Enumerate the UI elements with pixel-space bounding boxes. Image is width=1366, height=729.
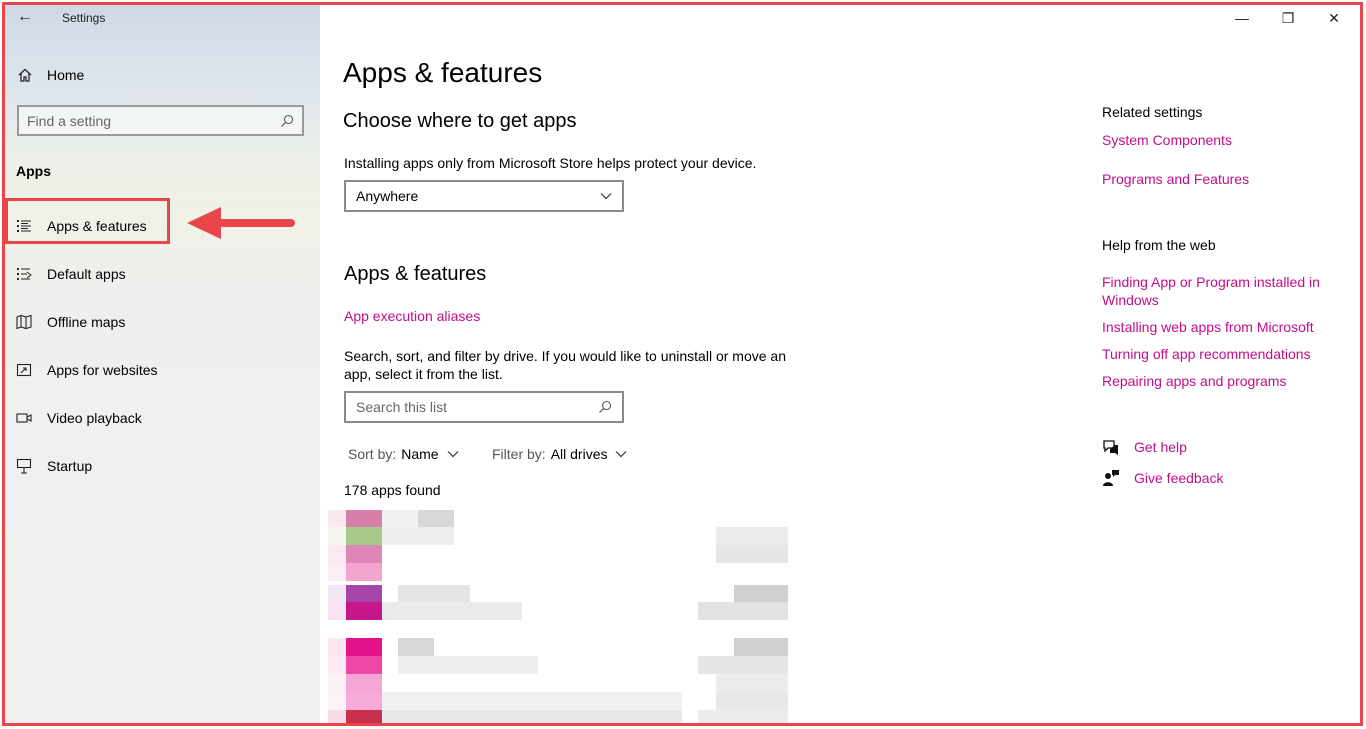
annotation-highlight-box — [5, 198, 170, 244]
default-apps-icon — [17, 268, 32, 280]
sidebar-item-default-apps[interactable]: Default apps — [5, 254, 320, 294]
chevron-down-icon — [600, 193, 612, 200]
apps-heading: Apps & features — [344, 263, 487, 285]
help-from-web-heading: Help from the web — [1102, 237, 1216, 253]
sidebar-item-label: Default apps — [47, 266, 126, 282]
section-title-apps: Apps — [16, 163, 51, 179]
startup-icon — [16, 458, 32, 474]
close-icon[interactable]: ✕ — [1311, 5, 1357, 31]
window-title: Settings — [62, 11, 106, 25]
choose-heading: Choose where to get apps — [343, 110, 577, 132]
video-icon — [16, 413, 32, 423]
search-list-box[interactable] — [344, 391, 624, 423]
app-execution-aliases-link[interactable]: App execution aliases — [344, 308, 480, 324]
annotation-arrow-icon — [187, 207, 295, 239]
sidebar-item-label: Offline maps — [47, 314, 126, 330]
feedback-icon — [1103, 470, 1119, 486]
sidebar-item-offline-maps[interactable]: Offline maps — [5, 302, 320, 342]
chevron-down-icon — [447, 451, 459, 458]
sidebar-item-startup[interactable]: Startup — [5, 446, 320, 486]
programs-and-features-link[interactable]: Programs and Features — [1102, 170, 1249, 188]
home-label: Home — [47, 67, 85, 83]
give-feedback-label: Give feedback — [1134, 470, 1224, 486]
search-list-input[interactable] — [356, 399, 598, 415]
help-link-turning-off-recommendations[interactable]: Turning off app recommendations — [1102, 345, 1311, 363]
sidebar-item-label: Video playback — [47, 410, 142, 426]
sidebar: ← Settings Home Apps Apps & features Def… — [5, 5, 320, 724]
get-help-link[interactable]: Get help — [1102, 438, 1187, 456]
app-source-dropdown[interactable]: Anywhere — [344, 180, 624, 212]
map-icon — [16, 314, 32, 330]
filter-dropdown[interactable]: Filter by: All drives — [492, 446, 627, 462]
sort-value: Name — [401, 446, 439, 462]
sidebar-item-label: Apps for websites — [47, 362, 158, 378]
open-in-app-icon — [16, 363, 32, 377]
find-setting-input[interactable] — [27, 112, 280, 129]
help-link-installing-web-apps[interactable]: Installing web apps from Microsoft — [1102, 318, 1314, 336]
get-help-label: Get help — [1134, 439, 1187, 455]
minimize-icon[interactable]: — — [1219, 5, 1265, 31]
sidebar-item-video-playback[interactable]: Video playback — [5, 398, 320, 438]
related-settings-heading: Related settings — [1102, 104, 1203, 120]
home-icon — [18, 68, 32, 82]
find-setting-box[interactable] — [17, 105, 304, 136]
apps-count: 178 apps found — [344, 482, 441, 498]
system-components-link[interactable]: System Components — [1102, 131, 1232, 149]
nav-home[interactable]: Home — [17, 63, 84, 87]
chevron-down-icon — [616, 451, 627, 458]
sort-key: Sort by: — [348, 446, 397, 462]
sidebar-item-apps-for-websites[interactable]: Apps for websites — [5, 350, 320, 390]
page-title: Apps & features — [343, 57, 543, 88]
sidebar-item-label: Startup — [47, 458, 93, 474]
restore-icon[interactable]: ❐ — [1265, 5, 1311, 31]
filter-key: Filter by: — [492, 446, 546, 462]
help-link-finding-app[interactable]: Finding App or Program installed in Wind… — [1102, 273, 1342, 309]
help-link-repairing-apps[interactable]: Repairing apps and programs — [1102, 372, 1286, 390]
chat-help-icon — [1103, 440, 1118, 455]
choose-description: Installing apps only from Microsoft Stor… — [344, 155, 757, 171]
search-icon — [599, 400, 612, 413]
give-feedback-link[interactable]: Give feedback — [1102, 469, 1224, 487]
title-bar: ← Settings — [5, 5, 320, 31]
back-arrow-icon[interactable]: ← — [15, 7, 35, 27]
search-icon — [281, 114, 294, 127]
pixelated-app-list[interactable] — [328, 510, 788, 724]
sort-dropdown[interactable]: Sort by: Name — [348, 446, 459, 462]
list-description: Search, sort, and filter by drive. If yo… — [344, 348, 786, 382]
filter-value: All drives — [550, 446, 608, 462]
main-content: — ❐ ✕ Apps & features Choose where to ge… — [320, 5, 1361, 724]
window-controls: — ❐ ✕ — [1219, 5, 1357, 31]
dropdown-value: Anywhere — [356, 188, 419, 204]
